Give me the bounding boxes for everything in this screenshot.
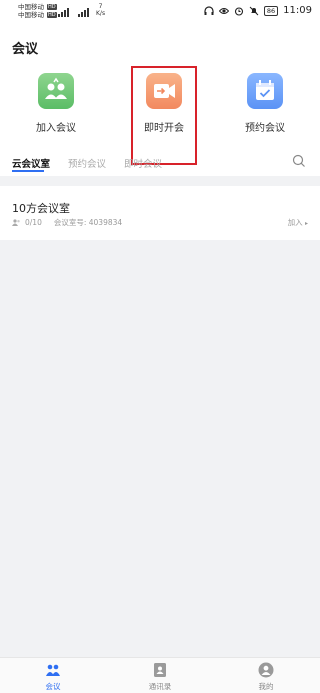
hd-badge: HD <box>47 4 57 10</box>
nav-meetings[interactable]: 会议 <box>21 662 85 692</box>
join-meeting-icon <box>38 73 74 109</box>
nav-profile[interactable]: 我的 <box>234 662 298 692</box>
join-meeting-label: 加入会议 <box>36 123 76 134</box>
room-card[interactable]: 10方会议室 0/10 会议室号: 4039834 加入 ▸ <box>0 186 320 240</box>
nav-meetings-label: 会议 <box>45 682 61 691</box>
page-title: 会议 <box>12 42 39 57</box>
speed-unit: K/s <box>96 10 106 17</box>
bottom-nav: 会议 通讯录 我的 <box>0 657 320 693</box>
signal-icon <box>58 5 69 17</box>
network-speed: 7 K/s <box>96 3 105 17</box>
battery-icon: 86 <box>263 5 279 16</box>
clock: 11:09 <box>283 5 312 16</box>
participants-icon <box>12 218 20 226</box>
join-meeting-button[interactable]: 加入会议 <box>16 73 96 143</box>
carrier-1: 中国移动 <box>18 3 44 11</box>
status-bar: 中国移动 HD 中国移动 HD 7 K/s 86 11:09 <box>0 0 320 24</box>
nav-profile-label: 我的 <box>258 682 274 691</box>
carrier-info: 中国移动 HD 中国移动 HD <box>18 3 57 19</box>
room-capacity: 0/10 <box>25 218 42 227</box>
schedule-meeting-label: 预约会议 <box>245 123 285 134</box>
tab-scheduled-meetings[interactable]: 预约会议 <box>68 156 106 170</box>
search-icon[interactable] <box>292 154 306 168</box>
join-room-label: 加入 <box>287 218 303 227</box>
nav-contacts-label: 通讯录 <box>148 682 172 691</box>
status-icons: 86 11:09 <box>204 5 312 16</box>
alarm-icon <box>234 6 243 16</box>
room-id: 会议室号: 4039834 <box>53 218 123 227</box>
meetings-icon <box>45 662 61 678</box>
highlight-box <box>131 66 197 165</box>
tab-cloud-room[interactable]: 云会议室 <box>12 156 50 170</box>
caret-right-icon: ▸ <box>304 220 308 227</box>
join-room-button[interactable]: 加入 ▸ <box>288 217 308 228</box>
room-name: 10方会议室 <box>12 202 70 215</box>
headphones-icon <box>204 5 214 15</box>
signal-icon <box>78 5 89 17</box>
tab-instant-meetings[interactable]: 即时会议 <box>124 156 162 170</box>
schedule-meeting-button[interactable]: 预约会议 <box>225 73 305 143</box>
speed-value: 7 <box>98 3 103 10</box>
carrier-2: 中国移动 <box>18 11 44 19</box>
room-meta: 0/10 会议室号: 4039834 <box>12 217 122 228</box>
meeting-tabs: 云会议室 预约会议 即时会议 <box>0 154 320 176</box>
eye-icon <box>218 7 229 14</box>
schedule-calendar-icon <box>247 73 283 109</box>
meeting-header: 会议 加入会议 即时开会 预约会议 云会议室 预约会议 即时会议 <box>0 24 320 176</box>
mute-bell-icon <box>249 6 259 15</box>
hd-badge: HD <box>47 12 57 18</box>
active-tab-indicator <box>12 170 44 172</box>
nav-contacts[interactable]: 通讯录 <box>128 662 192 692</box>
contacts-book-icon <box>152 662 168 678</box>
profile-icon <box>258 662 274 678</box>
